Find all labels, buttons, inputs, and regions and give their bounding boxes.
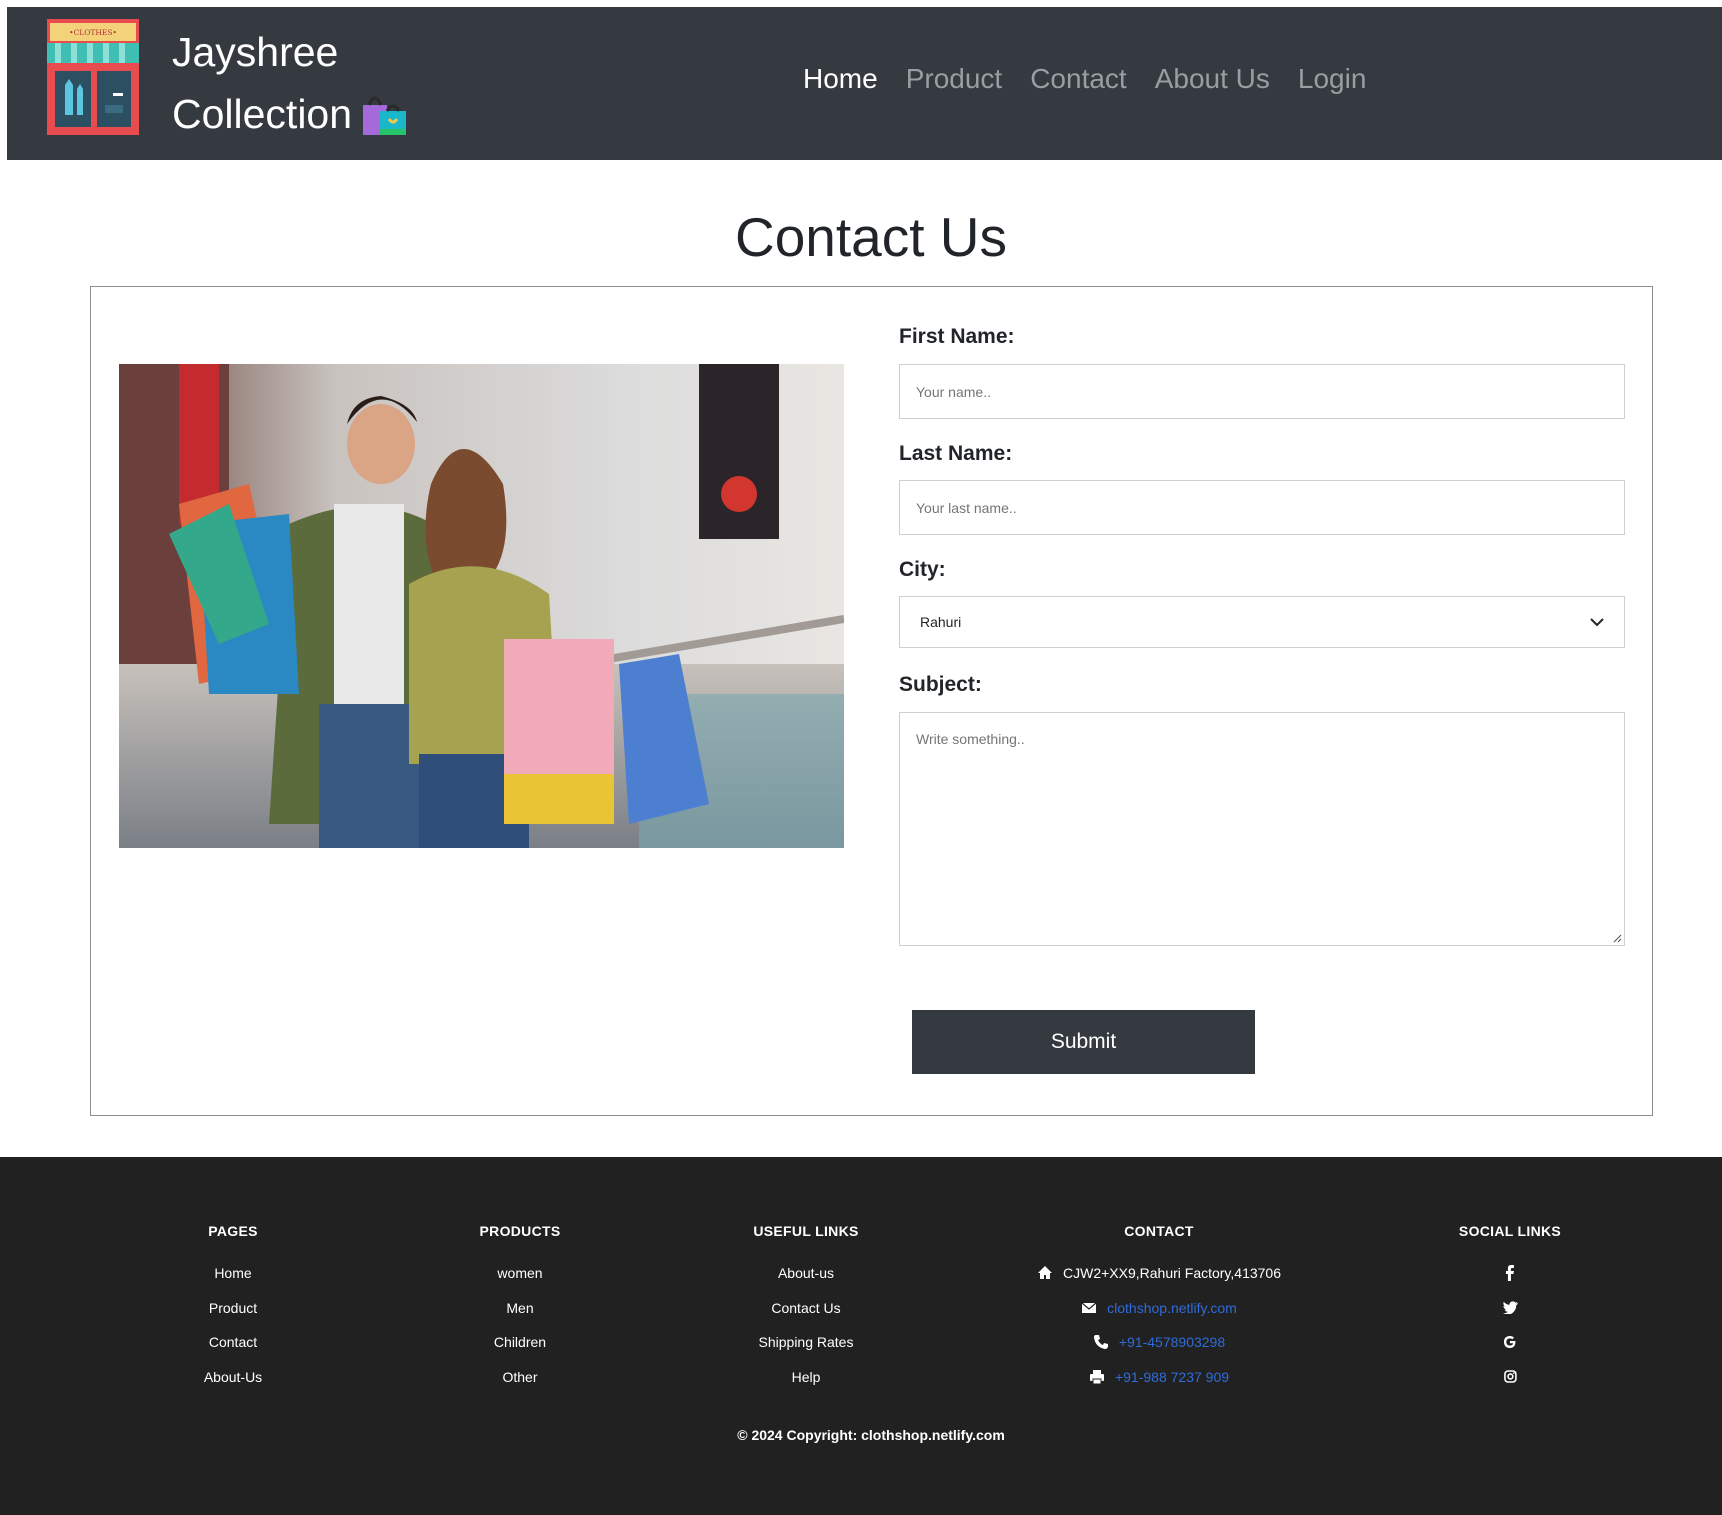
page-title: Contact Us [734,206,1008,268]
subject-textarea[interactable]: Write something.. [899,712,1625,946]
contact-fax-row: +91-988 7237 909 [1037,1360,1281,1395]
subject-placeholder: Write something.. [916,731,1025,747]
city-select[interactable]: Rahuri [899,596,1625,648]
brand-line-2: Collection [172,91,353,137]
footer-social-heading: SOCIAL LINKS [1458,1223,1562,1239]
last-name-label: Last Name: [899,442,1013,465]
footer-link-women[interactable]: women [480,1256,561,1291]
submit-button[interactable]: Submit [912,1010,1255,1074]
city-selected-value: Rahuri [920,614,962,630]
first-name-input[interactable]: Your name.. [899,364,1625,419]
footer-link-about-us-2[interactable]: About-us [753,1256,858,1291]
google-icon[interactable] [1502,1325,1518,1360]
brand-line-1: Jayshree [172,29,339,75]
contact-form: First Name: Your name.. Last Name: Your … [899,317,1625,946]
nav-home[interactable]: Home [803,59,878,99]
city-label: City: [899,558,946,581]
last-name-placeholder: Your last name.. [916,499,1017,516]
subject-label: Subject: [899,673,982,696]
footer-link-home[interactable]: Home [204,1256,262,1291]
footer-useful-links-heading: USEFUL LINKS [753,1223,859,1239]
footer-link-other[interactable]: Other [480,1360,561,1395]
shopping-couple-image [119,364,844,848]
footer-link-shipping-rates[interactable]: Shipping Rates [753,1325,858,1360]
contact-email-link[interactable]: clothshop.netlify.com [1107,1291,1237,1326]
store-logo[interactable]: •CLOTHES• [47,19,139,135]
footer-link-help[interactable]: Help [753,1360,858,1395]
navbar: •CLOTHES• Jayshree Collection Home Produ… [7,7,1722,160]
footer-link-children[interactable]: Children [480,1325,561,1360]
footer-link-men[interactable]: Men [480,1291,561,1326]
logo-sign-text: •CLOTHES• [69,28,117,37]
facebook-icon[interactable] [1502,1256,1518,1291]
contact-form-container: First Name: Your name.. Last Name: Your … [90,286,1653,1116]
footer-contact-column: CONTACT CJW2+XX9,Rahuri Factory,413706 c… [1037,1223,1281,1394]
phone-icon [1093,1335,1108,1350]
last-name-input[interactable]: Your last name.. [899,480,1625,535]
first-name-placeholder: Your name.. [916,383,991,400]
footer-link-contact[interactable]: Contact [204,1325,262,1360]
first-name-label: First Name: [899,325,1015,348]
nav-contact[interactable]: Contact [1030,59,1127,99]
footer-link-about-us[interactable]: About-Us [204,1360,262,1395]
footer-contact-heading: CONTACT [1124,1223,1194,1239]
footer-pages-heading: PAGES [208,1223,258,1239]
printer-icon [1089,1369,1104,1385]
contact-phone-link[interactable]: +91-4578903298 [1119,1325,1225,1360]
nav-product[interactable]: Product [906,59,1003,99]
footer-link-contact-us[interactable]: Contact Us [753,1291,858,1326]
footer-social-column: SOCIAL LINKS [1459,1223,1561,1394]
contact-fax-link[interactable]: +91-988 7237 909 [1115,1360,1229,1395]
nav-about-us[interactable]: About Us [1155,59,1270,99]
contact-email-row: clothshop.netlify.com [1037,1291,1281,1326]
footer: PAGES Home Product Contact About-Us PROD… [0,1157,1722,1515]
chevron-down-icon [1590,618,1604,627]
footer-useful-links-column: USEFUL LINKS About-us Contact Us Shippin… [753,1223,858,1394]
nav-login[interactable]: Login [1298,59,1367,99]
envelope-icon [1081,1302,1097,1313]
shopping-bags-icon [363,96,407,135]
twitter-icon[interactable] [1502,1291,1518,1326]
contact-address-row: CJW2+XX9,Rahuri Factory,413706 [1037,1256,1281,1291]
footer-pages-column: PAGES Home Product Contact About-Us [204,1223,262,1394]
footer-link-product[interactable]: Product [204,1291,262,1326]
footer-products-column: PRODUCTS women Men Children Other [480,1223,561,1394]
footer-products-heading: PRODUCTS [479,1223,561,1239]
contact-address: CJW2+XX9,Rahuri Factory,413706 [1062,1265,1282,1281]
resize-handle-icon[interactable] [1612,933,1622,943]
main-nav: Home Product Contact About Us Login [803,59,1394,99]
home-icon [1037,1266,1052,1280]
copyright-text: © 2024 Copyright: clothshop.netlify.com [737,1427,1005,1443]
instagram-icon[interactable] [1502,1360,1518,1395]
contact-phone-row: +91-4578903298 [1037,1325,1281,1360]
brand-name[interactable]: Jayshree Collection [172,21,408,145]
